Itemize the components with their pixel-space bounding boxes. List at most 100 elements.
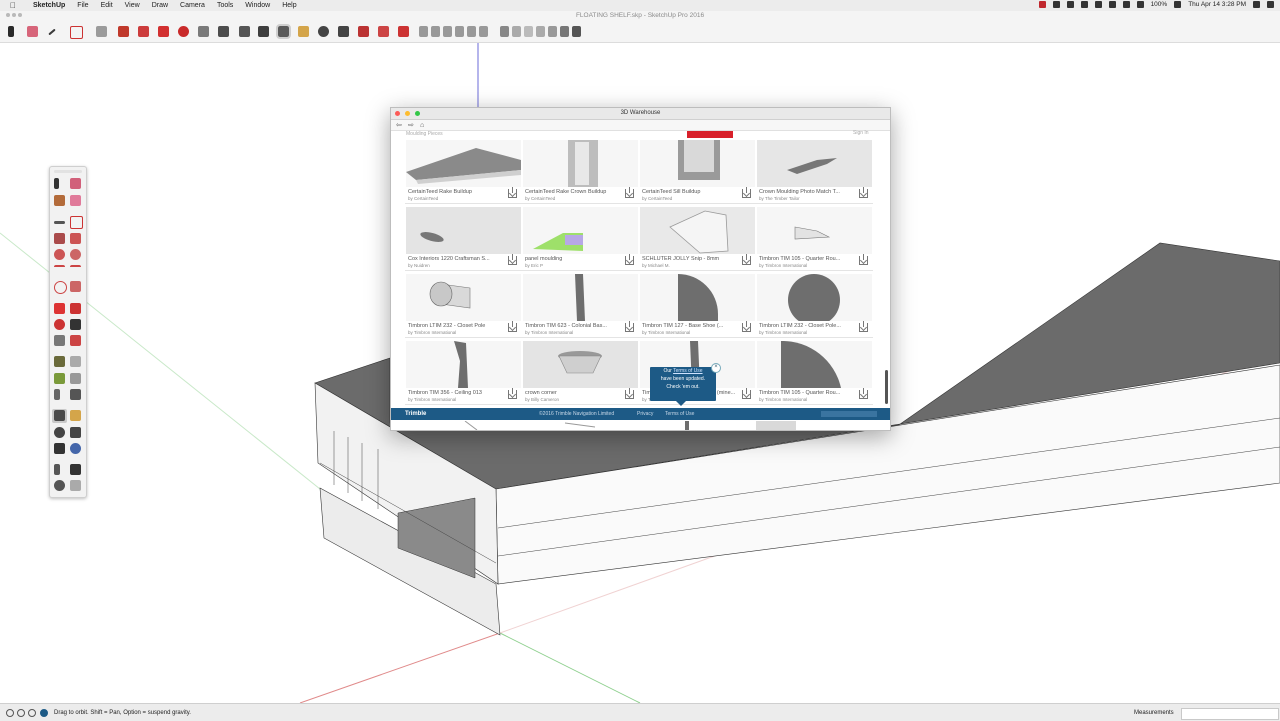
palette-dimension-icon[interactable] <box>70 356 81 367</box>
card-author[interactable]: by Timbron International <box>759 397 853 402</box>
card-title[interactable]: Cox Interiors 1220 Craftsman S... <box>408 256 502 262</box>
3d-warehouse-icon[interactable] <box>358 26 369 37</box>
card-title[interactable]: CertainTeed Rake Buildup <box>408 189 502 195</box>
palette-arc-icon[interactable] <box>54 265 65 278</box>
palette-rectangle-icon[interactable] <box>54 233 65 244</box>
left-view-icon[interactable] <box>479 26 488 37</box>
card-author[interactable]: by CertainTeed <box>408 196 502 201</box>
palette-move-icon[interactable] <box>54 303 65 314</box>
dropbox-icon[interactable] <box>1066 1 1074 8</box>
menu-draw[interactable]: Draw <box>146 1 174 10</box>
card-author[interactable]: by Nuidren <box>408 263 502 268</box>
card-author[interactable]: by Timbron International <box>408 397 502 402</box>
battery-icon[interactable] <box>1136 1 1144 8</box>
results-scrollbar[interactable] <box>885 370 888 404</box>
download-icon[interactable] <box>625 388 634 399</box>
model-card[interactable]: Timbron TIM 127 - Base Shoe (... by Timb… <box>639 273 756 338</box>
model-card[interactable]: CertainTeed Rake Buildup by CertainTeed <box>405 139 522 204</box>
palette-zoom-icon[interactable] <box>54 427 65 438</box>
monochrome-style-icon[interactable] <box>572 26 581 37</box>
download-icon[interactable] <box>742 388 751 399</box>
model-card[interactable]: CertainTeed Rake Crown Buildup by Certai… <box>522 139 639 204</box>
push-pull-tool-icon[interactable] <box>118 26 129 37</box>
zoom-extents-tool-icon[interactable] <box>338 26 349 37</box>
download-icon[interactable] <box>859 187 868 198</box>
back-arrow-icon[interactable]: ⇦ <box>396 122 402 129</box>
download-icon[interactable] <box>508 388 517 399</box>
download-icon[interactable] <box>625 321 634 332</box>
warehouse-red-button[interactable] <box>687 131 733 138</box>
card-author[interactable]: by Billy Cameron <box>525 397 619 402</box>
wifi-icon[interactable] <box>1122 1 1130 8</box>
menu-tools[interactable]: Tools <box>211 1 239 10</box>
cloud-icon[interactable] <box>1052 1 1060 8</box>
palette-orbit-icon[interactable] <box>54 410 65 421</box>
trimble-logo[interactable]: Trimble <box>405 411 426 417</box>
card-author[interactable]: by Timbron International <box>408 330 502 335</box>
download-icon[interactable] <box>625 187 634 198</box>
model-card[interactable]: Timbron TIM 623 - Colonial Bas... by Tim… <box>522 273 639 338</box>
model-card[interactable]: SCHLUTER JOLLY Snip - 8mm by Michael M. <box>639 206 756 271</box>
paint-bucket-tool-icon[interactable] <box>258 26 269 37</box>
extension-warehouse-icon[interactable] <box>378 26 389 37</box>
palette-position-camera-icon[interactable] <box>54 464 60 475</box>
card-author[interactable]: by Timbron International <box>759 263 853 268</box>
model-card[interactable]: CertainTeed Sill Buildup by CertainTeed <box>639 139 756 204</box>
model-thumbnail[interactable] <box>640 140 755 187</box>
model-thumbnail[interactable] <box>757 207 872 254</box>
palette-select-icon[interactable] <box>54 178 59 189</box>
rectangle-tool-icon[interactable] <box>96 26 107 37</box>
model-thumbnail[interactable] <box>523 274 638 321</box>
orbit-tool-icon[interactable] <box>276 24 291 39</box>
card-author[interactable]: by CertainTeed <box>642 196 736 201</box>
model-thumbnail[interactable] <box>757 140 872 187</box>
card-title[interactable]: Timbron LTIM 232 - Closet Pole... <box>759 323 853 329</box>
menu-camera[interactable]: Camera <box>174 1 211 10</box>
palette-eraser-icon[interactable] <box>70 195 81 206</box>
menu-window[interactable]: Window <box>239 1 276 10</box>
model-card[interactable]: panel moulding by Eric P <box>522 206 639 271</box>
palette-pan-icon[interactable] <box>70 410 81 421</box>
card-title[interactable]: CertainTeed Rake Crown Buildup <box>525 189 619 195</box>
model-thumbnail[interactable] <box>406 341 521 388</box>
download-icon[interactable] <box>859 321 868 332</box>
download-icon[interactable] <box>859 254 868 265</box>
apple-menu-icon[interactable]:  <box>10 1 16 10</box>
card-title[interactable]: SCHLUTER JOLLY Snip - 8mm <box>642 256 736 262</box>
menu-app-name[interactable]: SketchUp <box>27 1 71 10</box>
shaded-textures-style-icon[interactable] <box>560 26 569 37</box>
palette-3d-text-icon[interactable] <box>70 389 81 400</box>
menu-view[interactable]: View <box>119 1 146 10</box>
card-author[interactable]: by Timbron International <box>525 330 619 335</box>
card-title[interactable]: crown corner <box>525 390 619 396</box>
palette-make-component-icon[interactable] <box>70 178 81 189</box>
model-card[interactable]: Timbron TIM 356 - Ceiling 013 by Timbron… <box>405 340 522 405</box>
model-thumbnail[interactable] <box>640 207 755 254</box>
palette-zoom-extents-icon[interactable] <box>54 443 65 454</box>
home-icon[interactable]: ⌂ <box>420 122 424 129</box>
card-author[interactable]: by The Timber Tailor <box>759 196 853 201</box>
menu-file[interactable]: File <box>71 1 94 10</box>
back-view-icon[interactable] <box>467 26 476 37</box>
palette-zoom-window-icon[interactable] <box>70 427 81 438</box>
palette-rotated-rectangle-icon[interactable] <box>70 233 81 244</box>
pan-tool-icon[interactable] <box>298 26 309 37</box>
palette-push-pull-icon[interactable] <box>70 303 81 314</box>
download-icon[interactable] <box>859 388 868 399</box>
shaded-style-icon[interactable] <box>548 26 557 37</box>
offset-tool-icon[interactable] <box>138 26 149 37</box>
palette-text-icon[interactable] <box>70 373 81 384</box>
flag-icon[interactable] <box>1174 1 1182 8</box>
palette-freehand-icon[interactable] <box>70 216 83 229</box>
bluetooth-icon[interactable] <box>1094 1 1102 8</box>
model-card[interactable]: crown corner by Billy Cameron <box>522 340 639 405</box>
model-card[interactable]: Timbron TIM 105 - Quarter Rou... by Timb… <box>756 340 873 405</box>
download-icon[interactable] <box>742 254 751 265</box>
palette-line-icon[interactable] <box>54 221 65 224</box>
tape-measure-tool-icon[interactable] <box>218 26 229 37</box>
card-title[interactable]: Timbron TIM 623 - Colonial Bas... <box>525 323 619 329</box>
palette-grip[interactable] <box>54 170 82 173</box>
tooltip-terms-link[interactable]: Terms of Use <box>673 368 702 374</box>
download-icon[interactable] <box>508 254 517 265</box>
palette-rotate-icon[interactable] <box>54 319 65 330</box>
